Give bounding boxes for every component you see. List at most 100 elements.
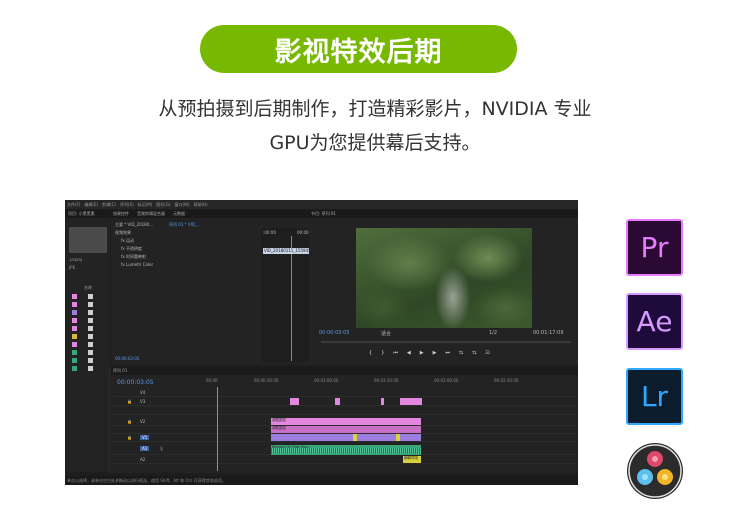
tab-sequence[interactable]: 序列 01 <box>113 368 127 374</box>
subtitle-line-2: GPU为您提供幕后支持。 <box>269 132 481 154</box>
export-frame-button[interactable]: ⊡ <box>485 350 489 356</box>
project-bin-item[interactable] <box>72 302 106 308</box>
project-bin-item[interactable] <box>72 318 106 324</box>
track-name: V1 <box>140 435 150 440</box>
project-search[interactable]: JPE <box>69 265 107 270</box>
tab-project[interactable]: 项目: 小黑黑素 <box>68 211 95 217</box>
project-name-header: 名称 <box>84 285 92 290</box>
ruler-tick: 00:00 <box>206 378 218 383</box>
effects-source-label[interactable]: 主要 * VID_20180... <box>115 222 153 228</box>
file-icon <box>88 334 93 339</box>
track-a2[interactable]: A2 朝朝呼吸 <box>113 456 576 464</box>
ruler-tick: 00:02:30:00 <box>494 378 519 383</box>
track-name: A2 <box>140 457 146 462</box>
clip-v3-4[interactable] <box>400 398 422 405</box>
mark-out-button[interactable]: } <box>381 350 384 356</box>
menu-item-sequence[interactable]: 序列(S) <box>120 202 134 208</box>
project-bin-item[interactable] <box>72 334 106 340</box>
label-color-swatch <box>72 366 77 371</box>
go-to-out-button[interactable]: ⏭ <box>445 350 450 356</box>
menu-item-clip[interactable]: 剪辑(C) <box>102 202 116 208</box>
clip-v1-marker[interactable] <box>353 434 357 441</box>
go-to-in-button[interactable]: ⏮ <box>393 350 398 356</box>
project-bin-item[interactable] <box>72 366 106 372</box>
track-v1[interactable]: 🔒 V1 <box>113 434 576 442</box>
label-color-swatch <box>72 342 77 347</box>
track-v4[interactable]: V4 <box>113 389 576 397</box>
clip-v1-marker[interactable] <box>396 434 400 441</box>
menu-item-marker[interactable]: 标记(M) <box>138 202 153 208</box>
label-color-swatch <box>72 302 77 307</box>
clip-v2-adjustment-2[interactable]: 调整图层 <box>271 426 421 433</box>
track-a1[interactable]: A1 🎙 Blessed (in Rise Hou... <box>113 445 576 455</box>
ruler-tick: 00:01:30:00 <box>374 378 399 383</box>
lightroom-icon: Lr <box>626 368 683 425</box>
timeline-timecode[interactable]: 00:00:03:05 <box>117 379 154 386</box>
menu-item-help[interactable]: 帮助(H) <box>194 202 208 208</box>
program-scrub-bar[interactable] <box>321 341 571 343</box>
step-forward-button[interactable]: ▶ <box>433 350 437 356</box>
effect-time-remap[interactable]: fx 时间重映射 <box>121 254 146 260</box>
extract-button[interactable]: ⇆ <box>472 350 476 356</box>
track-v2-lower[interactable]: 调整图层 <box>113 426 576 434</box>
label-color-swatch <box>72 358 77 363</box>
clip-v2-adjustment-1[interactable]: 调整图层 <box>271 418 421 425</box>
effects-sequence-label[interactable]: 序列 01 * VID_... <box>169 222 201 228</box>
tab-metadata[interactable]: 元数据 <box>173 211 185 217</box>
play-button[interactable]: ▶ <box>420 350 424 356</box>
menu-item-graphics[interactable]: 图形(G) <box>156 202 170 208</box>
effect-opacity[interactable]: fx 不透明度 <box>121 246 142 252</box>
subtitle-line-1: 从预拍摄到后期制作，打造精彩影片，NVIDIA 专业 <box>158 98 592 120</box>
menu-item-file[interactable]: 文件(F) <box>67 202 80 208</box>
project-bin-item[interactable] <box>72 326 106 332</box>
track-v3[interactable]: 🔒 V3 <box>113 398 576 406</box>
clip-a1-audio[interactable]: Blessed (in Rise Hou... <box>271 445 421 455</box>
project-bin-item[interactable] <box>72 310 106 316</box>
project-bin-item[interactable] <box>72 342 106 348</box>
program-fit-dropdown[interactable]: 适合 <box>381 330 391 337</box>
mic-icon[interactable]: 🎙 <box>159 446 164 451</box>
timeline-ruler[interactable]: 00:00 00:00:30:00 00:01:00:00 00:01:30:0… <box>206 378 578 387</box>
timeline-playhead[interactable] <box>217 387 218 471</box>
project-bin-item[interactable] <box>72 350 106 356</box>
project-file-label: .prproj <box>69 257 83 262</box>
project-bin-item[interactable] <box>72 294 106 300</box>
track-v2[interactable]: 🔒 V2 调整图层 <box>113 418 576 426</box>
track-v2-empty[interactable] <box>113 407 576 415</box>
project-bin-item[interactable] <box>72 358 106 364</box>
tab-audio-mixer[interactable]: 音频剪辑混合器 <box>137 211 165 217</box>
tab-program[interactable]: 节目: 序列 01 <box>311 211 336 217</box>
clip-v3-3[interactable] <box>381 398 384 405</box>
file-icon <box>88 294 93 299</box>
effects-playhead[interactable] <box>291 236 292 361</box>
lift-button[interactable]: ⇆ <box>459 350 463 356</box>
clip-v3-1[interactable] <box>290 398 299 405</box>
menu-item-edit[interactable]: 编辑(E) <box>84 202 98 208</box>
file-icon <box>88 302 93 307</box>
transport-controls: { } ⏮ ◀ ▶ ▶ ⏭ ⇆ ⇆ ⊡ <box>369 350 490 356</box>
effect-motion[interactable]: fx 运动 <box>121 238 134 244</box>
lock-icon[interactable]: 🔒 <box>127 399 132 404</box>
program-current-timecode[interactable]: 00:00:03:05 <box>319 330 350 336</box>
file-icon <box>88 326 93 331</box>
menu-item-window[interactable]: 窗口(W) <box>174 202 189 208</box>
audio-waveform <box>271 448 421 454</box>
lock-icon[interactable]: 🔒 <box>127 419 132 424</box>
program-quality-dropdown[interactable]: 1/2 <box>489 330 497 336</box>
clip-a2[interactable]: 朝朝呼吸 <box>403 456 421 463</box>
headline-banner: 影视特效后期 <box>200 25 517 73</box>
tab-effect-controls[interactable]: 效果控件 <box>113 211 129 217</box>
clip-v3-2[interactable] <box>335 398 340 405</box>
lock-icon[interactable]: 🔒 <box>127 435 132 440</box>
program-tabbar: 节目: 序列 01 <box>309 210 578 218</box>
mark-in-button[interactable]: { <box>369 350 372 356</box>
step-back-button[interactable]: ◀ <box>407 350 411 356</box>
file-icon <box>88 318 93 323</box>
label-color-swatch <box>72 310 77 315</box>
subtitle: 从预拍摄到后期制作，打造精彩影片，NVIDIA 专业 GPU为您提供幕后支持。 <box>60 92 690 160</box>
label-color-swatch <box>72 294 77 299</box>
davinci-resolve-icon <box>627 443 683 499</box>
effect-lumetri[interactable]: fx Lumetri Color <box>121 262 153 267</box>
program-monitor: 节目: 序列 01 00:00:03:05 适合 1/2 00:01:17:09… <box>309 210 578 365</box>
after-effects-icon: Ae <box>626 293 683 350</box>
